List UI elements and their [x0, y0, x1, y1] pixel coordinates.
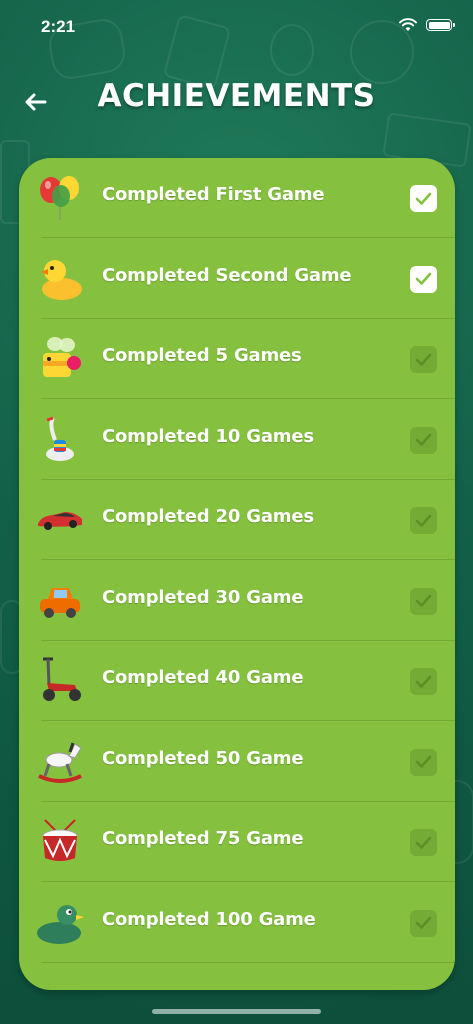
- achievement-row: Completed 40 Game: [19, 641, 455, 721]
- checkmark-icon: [415, 836, 432, 849]
- achievement-row: Completed First Game: [19, 158, 455, 238]
- toy-bee-icon: [35, 333, 85, 383]
- checkmark-icon: [415, 353, 432, 366]
- achievement-row: Completed 100 Game: [19, 883, 455, 963]
- checkmark-icon: [415, 514, 432, 527]
- page-title: ACHIEVEMENTS: [97, 78, 376, 114]
- green-duck-icon: [35, 897, 85, 947]
- rubber-duck-icon: [35, 253, 85, 303]
- achievement-row: Completed Second Game: [19, 239, 455, 319]
- achievement-label: Completed 30 Game: [102, 586, 304, 608]
- achievement-row: Completed 20 Games: [19, 480, 455, 560]
- scooter-icon: [35, 655, 85, 705]
- achievements-list: Completed First Game Completed Second Gam…: [19, 158, 455, 990]
- toy-car-icon: [35, 575, 85, 625]
- achievement-label: Completed 20 Games: [102, 506, 314, 527]
- wifi-icon: [399, 18, 417, 31]
- rocking-horse-icon: [35, 736, 85, 786]
- drum-icon: [35, 816, 85, 866]
- achievement-label: Completed 5 Games: [102, 345, 302, 366]
- achievement-label: Completed 10 Games: [102, 425, 314, 447]
- achievement-checkbox[interactable]: [410, 829, 437, 856]
- achievement-label: Completed 40 Game: [102, 667, 304, 688]
- checkmark-icon: [415, 755, 432, 768]
- home-indicator: [152, 1009, 321, 1014]
- achievement-row: Completed 5 Games: [19, 319, 455, 399]
- achievement-label: Completed First Game: [102, 184, 325, 205]
- achievement-checkbox[interactable]: [410, 185, 437, 212]
- checkmark-icon: [415, 272, 432, 285]
- checkmark-icon: [415, 675, 432, 688]
- achievement-checkbox[interactable]: [410, 668, 437, 695]
- status-bar: 2:21: [0, 0, 473, 54]
- achievement-checkbox[interactable]: [410, 587, 437, 615]
- achievement-checkbox[interactable]: [410, 265, 437, 293]
- achievement-checkbox[interactable]: [410, 748, 437, 776]
- status-time: 2:21: [41, 17, 76, 36]
- checkmark-icon: [415, 192, 432, 205]
- achievement-row: Completed 10 Games: [19, 400, 455, 480]
- achievement-checkbox[interactable]: [410, 507, 437, 534]
- achievement-label: Completed Second Game: [102, 264, 352, 286]
- achievement-checkbox[interactable]: [410, 909, 437, 937]
- achievement-label: Completed 50 Game: [102, 747, 304, 769]
- achievement-row: Completed 30 Game: [19, 561, 455, 641]
- achievement-checkbox[interactable]: [410, 426, 437, 454]
- checkmark-icon: [415, 433, 432, 446]
- balloons-icon: [35, 172, 85, 222]
- status-icons: [398, 18, 455, 32]
- red-sports-car-icon: [35, 494, 85, 544]
- toy-goose-icon: [35, 414, 85, 464]
- achievement-label: Completed 75 Game: [102, 828, 304, 849]
- checkmark-icon: [415, 916, 432, 929]
- achievement-row: Completed 50 Game: [19, 722, 455, 802]
- achievement-checkbox[interactable]: [410, 346, 437, 373]
- achievement-row: Completed 75 Game: [19, 802, 455, 882]
- achievement-label: Completed 100 Game: [102, 908, 316, 930]
- checkmark-icon: [415, 594, 432, 607]
- row-divider: [41, 961, 455, 963]
- battery-icon: [426, 19, 455, 31]
